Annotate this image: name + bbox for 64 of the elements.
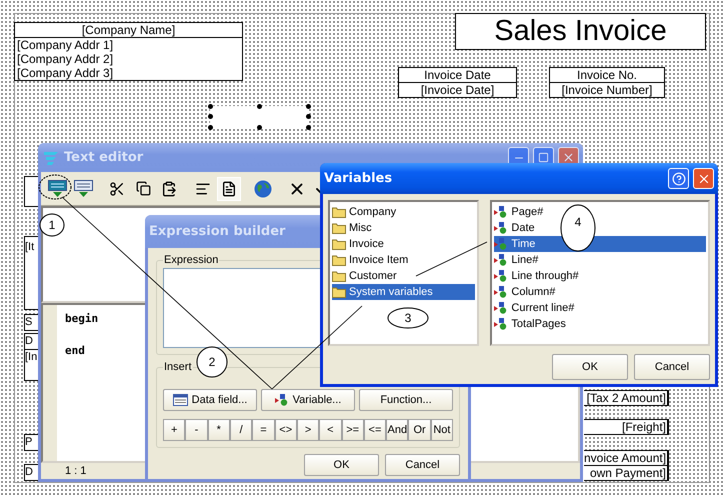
group-label: Insert	[163, 361, 193, 373]
operator-button[interactable]: +	[163, 419, 186, 441]
variable-item[interactable]: Page#	[494, 204, 544, 220]
category-item[interactable]: Misc	[332, 220, 372, 236]
dialog-button[interactable]: Cancel	[634, 354, 710, 380]
company-address-field: [Company Addr 1]	[15, 38, 242, 52]
category-item[interactable]: Invoice	[332, 236, 384, 252]
operator-button[interactable]: Not	[430, 419, 454, 441]
report-field: P	[24, 434, 38, 451]
group-label: Expression	[163, 254, 220, 266]
variable-item[interactable]: Column#	[494, 284, 556, 300]
field-value: [Invoice Date]	[420, 83, 496, 97]
callout-marker: 2	[196, 346, 228, 378]
category-item[interactable]: System variables	[332, 284, 476, 300]
variable-item[interactable]: Line through#	[494, 268, 579, 284]
report-field: [Tax 2 Amount]	[584, 390, 669, 406]
report-field: D	[24, 333, 38, 350]
report-field: S	[24, 314, 38, 331]
operator-button[interactable]: /	[230, 419, 252, 441]
variable-item[interactable]: Line#	[494, 252, 538, 268]
category-item[interactable]: Invoice Item	[332, 252, 408, 268]
window-title: Text editor	[64, 150, 144, 165]
dialog-button[interactable]: OK	[552, 354, 628, 380]
field-label: Invoice Date	[423, 68, 492, 82]
callout-marker: 4	[560, 204, 596, 252]
company-address-field: [Company Addr 2]	[15, 52, 242, 66]
code-line: end	[65, 343, 85, 359]
operator-button[interactable]: -	[185, 419, 208, 441]
dialog-button[interactable]: OK	[304, 454, 379, 476]
insert-button[interactable]: Data field...	[163, 389, 257, 411]
cursor-position: 1 : 1	[65, 465, 86, 477]
field-value: [Invoice Number]	[560, 83, 654, 97]
window-title: Expression builder	[149, 224, 286, 239]
variable-item[interactable]: TotalPages	[494, 316, 566, 332]
operator-button[interactable]: =	[252, 419, 275, 441]
category-item[interactable]: Customer	[332, 268, 397, 284]
report-field: nvoice Amount]	[584, 450, 669, 466]
operator-button[interactable]: <=	[364, 419, 386, 441]
company-address-field: [Company Addr 3]	[15, 66, 242, 80]
operator-button[interactable]: >	[296, 419, 320, 441]
operator-button[interactable]: And	[386, 419, 408, 441]
variable-item[interactable]: Current line#	[494, 300, 574, 316]
variable-item[interactable]: Date	[494, 220, 535, 236]
operator-button[interactable]: <	[319, 419, 342, 441]
report-field: D	[24, 464, 38, 481]
insert-button[interactable]: Variable...	[261, 389, 355, 411]
operator-button[interactable]: Or	[408, 419, 431, 441]
insert-button[interactable]: Function...	[359, 389, 453, 411]
callout-marker: 1	[40, 214, 64, 236]
report-title: Sales Invoice	[455, 13, 706, 50]
category-item[interactable]: Company	[332, 204, 396, 220]
callout-marker: 3	[388, 308, 428, 328]
report-field: [Freight]	[584, 419, 669, 435]
operator-button[interactable]: <>	[274, 419, 297, 441]
report-field: [In	[24, 349, 38, 381]
dialog-button[interactable]: Cancel	[385, 454, 460, 476]
operator-button[interactable]: >=	[342, 419, 364, 441]
report-field: own Payment]	[584, 465, 669, 481]
report-field: [It	[24, 236, 38, 310]
company-name-field: [Company Name]	[15, 23, 242, 37]
operator-button[interactable]: *	[208, 419, 230, 441]
field-label: Invoice No.	[576, 68, 638, 82]
window-title: Variables	[324, 171, 392, 186]
code-line: begin	[65, 311, 98, 327]
